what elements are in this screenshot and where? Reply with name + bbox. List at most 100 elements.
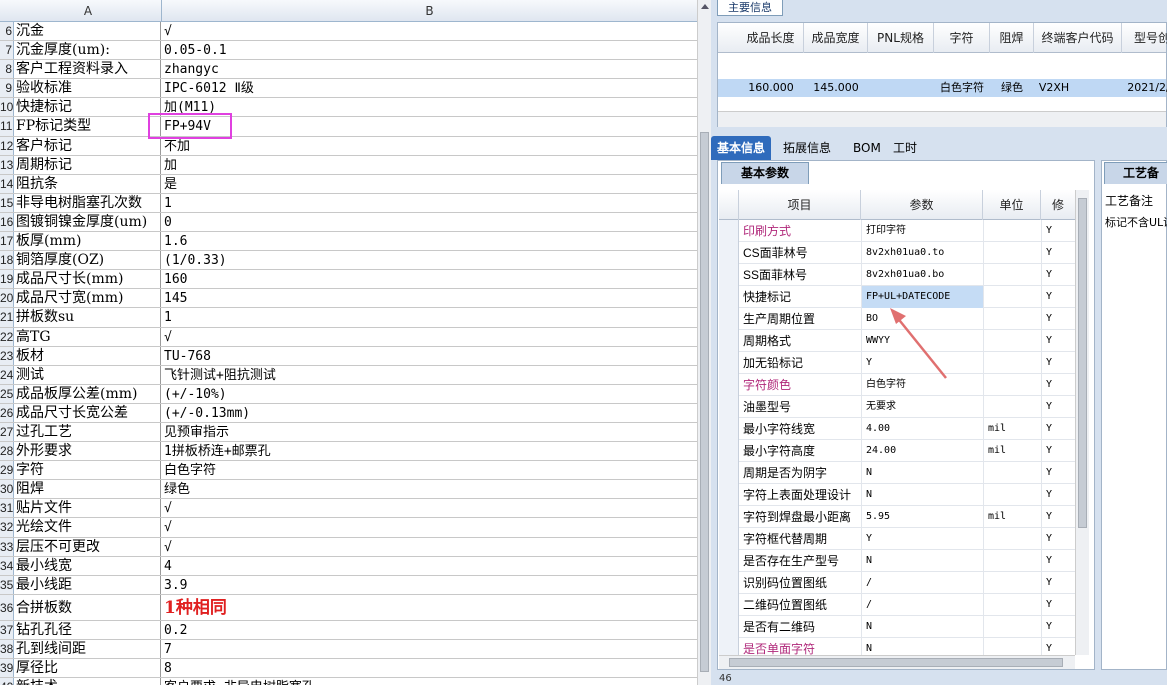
table-row[interactable]: 19 成品尺寸长(mm) 160	[0, 270, 697, 290]
row-number[interactable]: 12	[0, 136, 14, 155]
scrollbar-thumb[interactable]	[729, 658, 1063, 667]
cell-b[interactable]: 3.9	[162, 576, 697, 594]
column-header-a[interactable]: A	[15, 0, 162, 22]
param-value[interactable]: N	[861, 638, 983, 655]
cell-b[interactable]: 加	[162, 156, 697, 174]
param-modify[interactable]: Y	[1041, 396, 1075, 418]
scrollbar-thumb[interactable]	[700, 132, 709, 672]
cell-a[interactable]: 板材	[15, 346, 161, 365]
header-cell[interactable]: PNL规格	[868, 23, 934, 53]
cell-b[interactable]: 0.2	[162, 621, 697, 639]
tab-work-hours[interactable]: 工时	[887, 136, 923, 160]
row-number[interactable]: 30	[0, 480, 14, 499]
row-selector[interactable]	[719, 638, 739, 655]
table-row[interactable]: 22 高TG √	[0, 327, 697, 347]
param-modify[interactable]: Y	[1041, 528, 1075, 550]
param-modify[interactable]: Y	[1041, 330, 1075, 352]
param-modify[interactable]: Y	[1041, 352, 1075, 374]
param-unit[interactable]	[983, 264, 1041, 286]
cell-b[interactable]: 0.05-0.1	[162, 41, 697, 59]
row-selector[interactable]	[719, 462, 739, 484]
table-row[interactable]: 7 沉金厚度(um): 0.05-0.1	[0, 41, 697, 61]
cell-b[interactable]: √	[162, 328, 697, 346]
param-unit[interactable]	[983, 308, 1041, 330]
table-row[interactable]: 32 光绘文件 √	[0, 518, 697, 538]
cell-a[interactable]: 贴片文件	[15, 499, 161, 518]
cell-b[interactable]: (+/-10%)	[162, 385, 697, 403]
param-unit[interactable]	[983, 616, 1041, 638]
table-row[interactable]: 36 合拼板数 1种相同	[0, 594, 697, 621]
cell-a[interactable]: 验收标准	[15, 79, 161, 98]
cell-a[interactable]: 阻抗条	[15, 174, 161, 193]
cell-b[interactable]: 加(M11)	[162, 98, 697, 116]
row-number[interactable]: 34	[0, 556, 14, 575]
row-selector[interactable]	[719, 286, 739, 308]
cell-b[interactable]: 8	[162, 659, 697, 677]
cell-a[interactable]: 阻焊	[15, 480, 161, 499]
cell-a[interactable]: 板厚(mm)	[15, 232, 161, 251]
table-row[interactable]: 38 孔到线间距 7	[0, 639, 697, 659]
table-row[interactable]: 24 测试 飞针测试+阻抗测试	[0, 365, 697, 385]
table-row[interactable]: SS面菲林号 8v2xh01ua0.bo Y	[719, 264, 1075, 286]
row-selector[interactable]	[719, 506, 739, 528]
table-row[interactable]: 字符框代替周期 Y Y	[719, 528, 1075, 550]
cell-b[interactable]: 0	[162, 213, 697, 231]
row-number[interactable]: 19	[0, 270, 14, 289]
cell-a[interactable]: 成品尺寸长宽公差	[15, 403, 161, 422]
row-number[interactable]: 32	[0, 518, 14, 537]
header-param[interactable]: 参数	[861, 190, 983, 220]
row-number[interactable]: 40	[0, 678, 14, 685]
param-unit[interactable]	[983, 220, 1041, 242]
table-row[interactable]: 是否存在生产型号 N Y	[719, 550, 1075, 572]
row-number[interactable]: 36	[0, 594, 14, 620]
cell-b[interactable]: (+/-0.13mm)	[162, 404, 697, 422]
table-row[interactable]: 字符上表面处理设计 N Y	[719, 484, 1075, 506]
row-selector[interactable]	[719, 594, 739, 616]
table-row[interactable]: 13 周期标记加	[0, 155, 697, 175]
table-row[interactable]: 23 板材 TU-768	[0, 346, 697, 366]
param-unit[interactable]	[983, 528, 1041, 550]
table-row[interactable]: 29 字符 白色字符	[0, 461, 697, 481]
row-number[interactable]: 10	[0, 98, 14, 117]
param-unit[interactable]: mil	[983, 418, 1041, 440]
table-row[interactable]: 周期格式 WWYY Y	[719, 330, 1075, 352]
table-row[interactable]: 39 厚径比 8	[0, 659, 697, 679]
param-modify[interactable]: Y	[1041, 506, 1075, 528]
cell-a[interactable]: 快捷标记	[15, 98, 161, 117]
cell-a[interactable]: 层压不可更改	[15, 537, 161, 556]
select-all-corner[interactable]	[719, 190, 739, 220]
row-selector[interactable]	[719, 484, 739, 506]
table-row[interactable]: 8 客户工程资料录入 zhangyc	[0, 60, 697, 80]
cell-b[interactable]: √	[162, 499, 697, 517]
row-number[interactable]: 27	[0, 422, 14, 442]
table-row[interactable]: 是否单面字符 N Y	[719, 638, 1075, 655]
cell-b[interactable]: 1种相同	[162, 595, 697, 620]
param-modify[interactable]: Y	[1041, 616, 1075, 638]
cell-a[interactable]: FP标记类型	[15, 117, 161, 136]
cell-b[interactable]: 7	[162, 640, 697, 658]
tab-bom[interactable]: BOM	[847, 136, 887, 160]
header-cell[interactable]: 字符	[934, 23, 990, 53]
row-number[interactable]: 9	[0, 79, 14, 98]
row-selector[interactable]	[719, 374, 739, 396]
header-cell[interactable]: 阻焊	[990, 23, 1034, 53]
param-value[interactable]: 打印字符	[861, 220, 983, 242]
row-selector[interactable]	[719, 308, 739, 330]
table-row[interactable]: 31 贴片文件 √	[0, 499, 697, 519]
param-value[interactable]: Y	[861, 528, 983, 550]
param-modify[interactable]: Y	[1041, 484, 1075, 506]
cell-b[interactable]: 1	[162, 308, 697, 326]
param-modify[interactable]: Y	[1041, 286, 1075, 308]
param-modify[interactable]: Y	[1041, 572, 1075, 594]
header-cell[interactable]: 成品长度	[738, 23, 804, 53]
cell-a[interactable]: 成品尺寸长(mm)	[15, 270, 161, 289]
cell-b[interactable]: 1	[162, 194, 697, 212]
header-unit[interactable]: 单位	[983, 190, 1041, 220]
table-row[interactable]: 识别码位置图纸 / Y	[719, 572, 1075, 594]
param-modify[interactable]: Y	[1041, 374, 1075, 396]
table-row[interactable]: 27 过孔工艺 见预审指示	[0, 422, 697, 443]
cell-a[interactable]: 周期标记	[15, 155, 161, 174]
header-cell[interactable]: 成品宽度	[804, 23, 868, 53]
param-modify[interactable]: Y	[1041, 418, 1075, 440]
param-unit[interactable]: mil	[983, 440, 1041, 462]
